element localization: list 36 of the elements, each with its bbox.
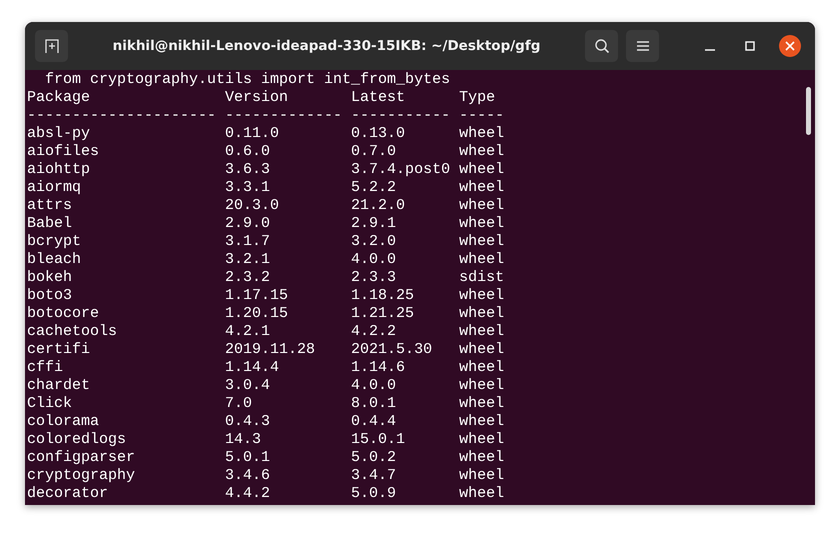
terminal-line: chardet 3.0.4 4.0.0 wheel bbox=[27, 377, 506, 395]
close-icon bbox=[785, 41, 795, 51]
terminal-line: cryptography 3.4.6 3.4.7 wheel bbox=[27, 467, 506, 485]
terminal-line: configparser 5.0.1 5.0.2 wheel bbox=[27, 449, 506, 467]
terminal-line: Package Version Latest Type bbox=[27, 89, 496, 107]
terminal-line: certifi 2019.11.28 2021.5.30 wheel bbox=[27, 341, 506, 359]
terminal-line: boto3 1.17.15 1.18.25 wheel bbox=[27, 287, 506, 305]
window-title: nikhil@nikhil-Lenovo-ideapad-330-15IKB: ~/Desktop/gfg bbox=[112, 38, 542, 54]
terminal-line: --------------------- ------------- ----------- ----- bbox=[27, 107, 506, 125]
close-button[interactable] bbox=[779, 35, 801, 57]
terminal-line: bokeh 2.3.2 2.3.3 sdist bbox=[27, 269, 506, 287]
new-tab-button[interactable] bbox=[35, 30, 68, 62]
terminal-line: cffi 1.14.4 1.14.6 wheel bbox=[27, 359, 506, 377]
menu-icon bbox=[636, 40, 650, 52]
terminal-line: Babel 2.9.0 2.9.1 wheel bbox=[27, 215, 506, 233]
terminal-line: cachetools 4.2.1 4.2.2 wheel bbox=[27, 323, 506, 341]
search-button[interactable] bbox=[585, 30, 618, 62]
terminal-line: attrs 20.3.0 21.2.0 wheel bbox=[27, 197, 506, 215]
terminal-line: aiohttp 3.6.3 3.7.4.post0 wheel bbox=[27, 161, 506, 179]
new-tab-icon bbox=[44, 38, 60, 54]
terminal-line: botocore 1.20.15 1.21.25 wheel bbox=[27, 305, 506, 323]
search-icon bbox=[594, 38, 610, 54]
terminal-line: decorator 4.4.2 5.0.9 wheel bbox=[27, 485, 506, 503]
scrollbar-thumb[interactable] bbox=[806, 87, 811, 135]
terminal-line: from cryptography.utils import int_from_bytes bbox=[44, 71, 452, 89]
terminal-line: Click 7.0 8.0.1 wheel bbox=[27, 395, 506, 413]
terminal-line: bcrypt 3.1.7 3.2.0 wheel bbox=[27, 233, 506, 251]
maximize-icon bbox=[745, 41, 755, 51]
terminal-line: colorama 0.4.3 0.4.4 wheel bbox=[27, 413, 506, 431]
minimize-icon bbox=[705, 49, 715, 51]
terminal-line: aiofiles 0.6.0 0.7.0 wheel bbox=[27, 143, 506, 161]
terminal-line: coloredlogs 14.3 15.0.1 wheel bbox=[27, 431, 506, 449]
terminal-line: absl-py 0.11.0 0.13.0 wheel bbox=[27, 125, 506, 143]
terminal-line: aiormq 3.3.1 5.2.2 wheel bbox=[27, 179, 506, 197]
menu-button[interactable] bbox=[626, 30, 659, 62]
terminal-line: bleach 3.2.1 4.0.0 wheel bbox=[27, 251, 506, 269]
